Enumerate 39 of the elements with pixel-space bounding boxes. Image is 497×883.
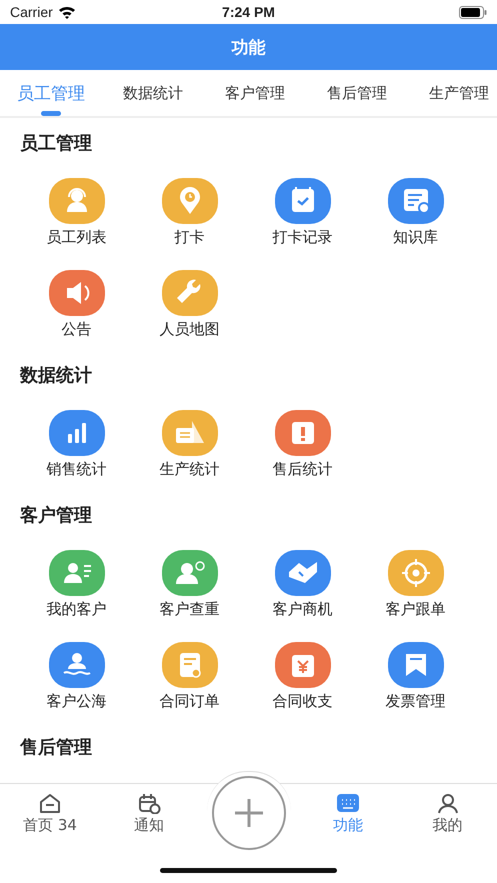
section-title: 数据统计: [18, 364, 93, 388]
home-icon: [38, 792, 62, 814]
tab-bar-item[interactable]: 通知: [100, 784, 198, 845]
status-time: 7:24 PM: [221, 4, 276, 20]
category-tab[interactable]: 生产管理: [408, 70, 497, 116]
section-title: 售后管理: [18, 736, 93, 760]
calendar-icon: [137, 792, 161, 814]
app-label[interactable]: 公告: [62, 320, 92, 339]
tab-indicator: [41, 111, 61, 116]
app-label[interactable]: 我的客户: [46, 600, 106, 619]
app-label[interactable]: 客户公海: [46, 692, 106, 711]
section-title: 客户管理: [19, 504, 93, 528]
app-label[interactable]: 知识库: [393, 228, 438, 247]
carrier-name: Carrier: [10, 4, 53, 20]
tab-bar-item[interactable]: 首页 34: [0, 784, 100, 845]
app-label[interactable]: 打卡: [174, 228, 204, 247]
app-label[interactable]: 发票管理: [386, 692, 446, 711]
app-label[interactable]: 客户商机: [272, 600, 332, 619]
app-label[interactable]: 合同订单: [160, 692, 220, 711]
app-label[interactable]: 员工列表: [46, 228, 106, 247]
category-tab[interactable]: 售后管理: [306, 70, 408, 116]
app-label[interactable]: 合同收支: [272, 692, 332, 711]
battery-icon: [459, 6, 487, 18]
tab-bar-item[interactable]: 我的: [398, 784, 497, 845]
app-label[interactable]: 客户查重: [160, 600, 220, 619]
category-tab[interactable]: 客户管理: [204, 70, 306, 116]
section-title: 员工管理: [19, 132, 93, 156]
app-label[interactable]: 生产统计: [160, 460, 220, 479]
app-label[interactable]: 售后统计: [272, 460, 332, 479]
app-label[interactable]: 客户跟单: [386, 600, 446, 619]
app-label[interactable]: 销售统计: [46, 460, 106, 479]
person-icon: [436, 792, 460, 814]
app-label[interactable]: 人员地图: [160, 320, 220, 339]
category-tab[interactable]: 数据统计: [102, 70, 204, 116]
page-title: 功能: [232, 36, 266, 58]
add-button[interactable]: [212, 776, 286, 850]
keyboard-icon: [336, 792, 360, 814]
wifi-icon: [58, 5, 76, 19]
app-label[interactable]: 打卡记录: [272, 228, 332, 247]
